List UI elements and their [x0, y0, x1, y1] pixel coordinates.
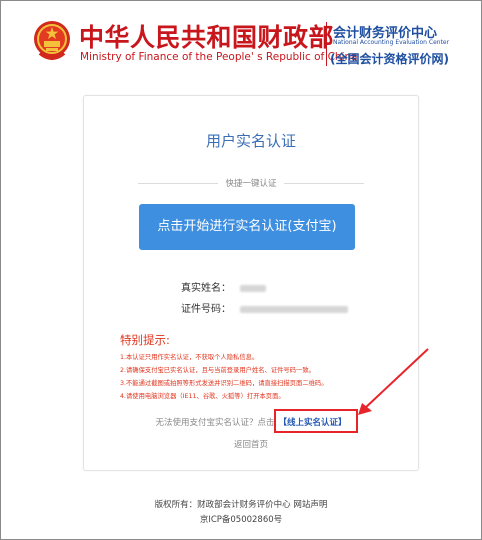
- footer-copyright: 版权所有：财政部会计财务评价中心 网站声明: [154, 500, 328, 510]
- id-number-value-redacted: [240, 305, 349, 313]
- header-divider: [326, 22, 327, 66]
- ministry-title-en: Ministry of Finance of the People' s Rep…: [80, 51, 358, 63]
- quick-auth-divider: 快捷一键认证: [138, 177, 364, 189]
- annotation-arrow-icon: [358, 348, 429, 415]
- center-subtitle: (全国会计资格评价网): [330, 52, 449, 66]
- site-header: 中华人民共和国财政部 Ministry of Finance of the Pe…: [0, 0, 482, 78]
- alternative-auth-question: 无法使用支付宝实名认证？点击: [155, 418, 275, 428]
- id-number-row: 证件号码：: [176, 300, 349, 315]
- real-name-row: 真实姓名：: [176, 279, 267, 294]
- footer-icp: 京ICP备05002860号: [199, 515, 283, 525]
- real-name-label: 真实姓名：: [181, 283, 231, 294]
- center-title-en: National Accounting Evaluation Center: [333, 39, 450, 46]
- national-emblem-icon: [34, 21, 70, 60]
- divider-line-right: [284, 183, 364, 184]
- alipay-auth-button[interactable]: 点击开始进行实名认证(支付宝): [139, 204, 355, 250]
- id-number-label: 证件号码：: [181, 304, 231, 315]
- real-name-value-redacted: [240, 284, 267, 292]
- ministry-title-cn: 中华人民共和国财政部: [79, 23, 335, 52]
- back-home-link[interactable]: 返回首页: [84, 438, 418, 450]
- page-title: 用户实名认证: [205, 132, 296, 150]
- annotation-highlight-box: [274, 409, 358, 433]
